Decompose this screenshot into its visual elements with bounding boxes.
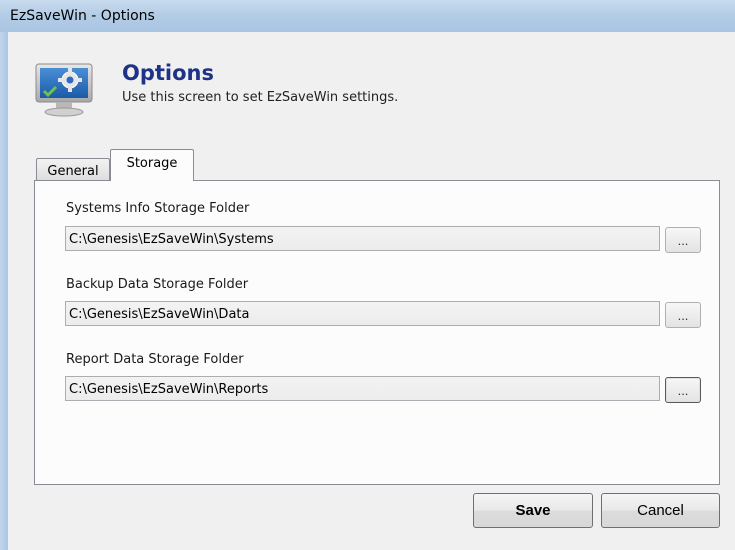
window-title: EzSaveWin - Options xyxy=(10,8,155,24)
report-data-browse-button[interactable]: ... xyxy=(665,377,701,403)
window-frame-left xyxy=(0,32,8,550)
systems-info-browse-button[interactable]: ... xyxy=(665,227,701,253)
report-data-folder-input[interactable]: C:\Genesis\EzSaveWin\Reports xyxy=(65,376,660,401)
tab-general[interactable]: General xyxy=(36,158,110,180)
page-title: Options xyxy=(122,61,214,85)
cancel-button[interactable]: Cancel xyxy=(601,493,720,528)
save-button[interactable]: Save xyxy=(473,493,593,528)
backup-data-folder-input[interactable]: C:\Genesis\EzSaveWin\Data xyxy=(65,301,660,326)
systems-info-folder-label: Systems Info Storage Folder xyxy=(66,201,250,216)
backup-data-browse-button[interactable]: ... xyxy=(665,302,701,328)
backup-data-folder-label: Backup Data Storage Folder xyxy=(66,277,249,292)
monitor-settings-icon xyxy=(35,63,93,117)
window-titlebar[interactable]: EzSaveWin - Options xyxy=(0,0,735,32)
systems-info-folder-input[interactable]: C:\Genesis\EzSaveWin\Systems xyxy=(65,226,660,251)
report-data-folder-label: Report Data Storage Folder xyxy=(66,352,244,367)
page-subtitle: Use this screen to set EzSaveWin setting… xyxy=(122,90,399,105)
tab-storage[interactable]: Storage xyxy=(110,149,194,181)
